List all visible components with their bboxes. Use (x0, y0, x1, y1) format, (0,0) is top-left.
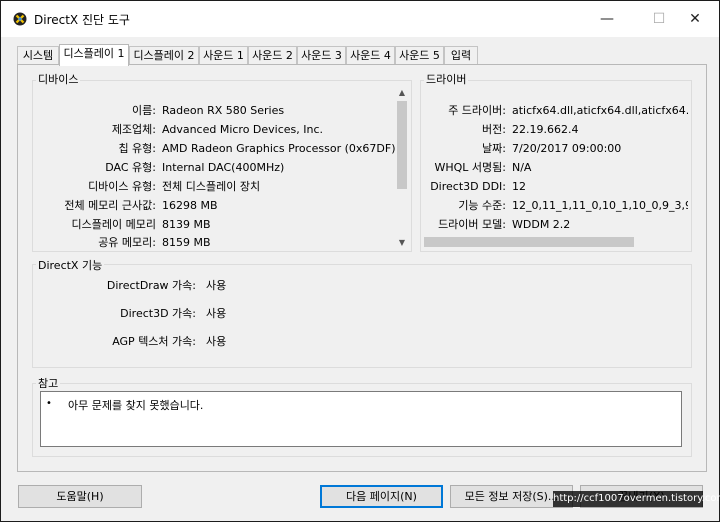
device-row: 디스플레이 메모리 8139 MB (32, 216, 402, 234)
device-label: 디바이스 유형: (88, 180, 156, 193)
scroll-down-icon[interactable]: ▼ (396, 237, 408, 249)
driver-row: Direct3D DDI: 12 (422, 178, 688, 196)
device-row: 이름: Radeon RX 580 Series (32, 102, 402, 120)
driver-label: 날짜: (482, 142, 506, 155)
device-row: 전체 메모리 근사값: 16298 MB (32, 197, 402, 215)
driver-value: 12_0,11_1,11_0,10_1,10_0,9_3,9_2,9_1 (512, 199, 688, 212)
driver-row: 버전: 22.19.662.4 (422, 121, 688, 139)
tab-sound-1[interactable]: 사운드 1 (199, 46, 248, 65)
notes-title: 참고 (36, 375, 61, 391)
next-page-button[interactable]: 다음 페이지(N) (320, 485, 443, 508)
device-label: 전체 메모리 근사값: (64, 199, 156, 212)
driver-row: 드라이버 모델: WDDM 2.2 (422, 216, 688, 234)
tab-sound-3[interactable]: 사운드 3 (297, 46, 346, 65)
driver-label: 버전: (482, 123, 506, 136)
directx-icon (13, 12, 27, 26)
driver-group-title: 드라이버 (424, 71, 469, 87)
tab-system[interactable]: 시스템 (17, 46, 59, 65)
tab-sound-2[interactable]: 사운드 2 (248, 46, 297, 65)
tab-sound-4[interactable]: 사운드 4 (346, 46, 395, 65)
feature-value: 사용 (206, 307, 227, 320)
directx-features-title: DirectX 기능 (36, 257, 105, 273)
device-value: 8139 MB (162, 218, 211, 231)
driver-value: WDDM 2.2 (512, 218, 571, 231)
driver-hscrollbar[interactable] (422, 236, 688, 248)
device-group-title: 디바이스 (36, 71, 81, 87)
device-scrollbar[interactable]: ▲ ▼ (396, 87, 408, 249)
title-bar: DirectX 진단 도구 — ☐ ✕ (1, 1, 719, 37)
minimize-button[interactable]: — (585, 1, 629, 37)
close-button[interactable]: ✕ (673, 1, 717, 37)
note-item: 아무 문제를 찾지 못했습니다. (68, 399, 204, 412)
notes-textbox[interactable]: • 아무 문제를 찾지 못했습니다. (40, 391, 682, 447)
device-label: 칩 유형: (118, 142, 156, 155)
driver-label: 드라이버 모델: (438, 218, 506, 231)
driver-value: 7/20/2017 09:00:00 (512, 142, 622, 155)
scroll-thumb[interactable] (397, 101, 407, 189)
device-row: 디바이스 유형: 전체 디스플레이 장치 (32, 178, 402, 196)
feature-label: DirectDraw 가속: (106, 279, 196, 292)
driver-value: 22.19.662.4 (512, 123, 579, 136)
driver-label: WHQL 서명됨: (434, 161, 507, 174)
device-label: 디스플레이 메모리 (71, 218, 156, 231)
feature-row: Direct3D 가속: 사용 (32, 305, 332, 323)
feature-value: 사용 (206, 335, 227, 348)
device-label: 제조업체: (111, 123, 156, 136)
driver-value: 12 (512, 180, 526, 193)
driver-value: N/A (512, 161, 532, 174)
device-row: 칩 유형: AMD Radeon Graphics Processor (0x6… (32, 140, 402, 158)
device-value: Radeon RX 580 Series (162, 104, 285, 117)
watermark-text: http://ccf1007overmen.tistory.com (553, 491, 720, 507)
tab-display-1[interactable]: 디스플레이 1 (59, 44, 129, 66)
driver-label: 기능 수준: (458, 199, 506, 212)
feature-row: AGP 텍스처 가속: 사용 (32, 333, 332, 351)
driver-row: 기능 수준: 12_0,11_1,11_0,10_1,10_0,9_3,9_2,… (422, 197, 688, 215)
driver-value: aticfx64.dll,aticfx64.dll,aticfx64.dll,a… (512, 104, 688, 117)
feature-value: 사용 (206, 279, 227, 292)
feature-row: DirectDraw 가속: 사용 (32, 277, 332, 295)
device-value: AMD Radeon Graphics Processor (0x67DF) (162, 142, 396, 155)
feature-label: Direct3D 가속: (120, 307, 196, 320)
device-row: 제조업체: Advanced Micro Devices, Inc. (32, 121, 402, 139)
tab-display-2[interactable]: 디스플레이 2 (129, 46, 199, 65)
hscroll-thumb[interactable] (424, 237, 634, 247)
tab-input[interactable]: 입력 (444, 46, 478, 65)
bullet-icon: • (46, 398, 52, 409)
device-label: 공유 메모리: (98, 236, 156, 249)
tab-sound-5[interactable]: 사운드 5 (395, 46, 444, 65)
driver-row: 주 드라이버: aticfx64.dll,aticfx64.dll,aticfx… (422, 102, 688, 120)
device-row: 공유 메모리: 8159 MB (32, 234, 402, 252)
device-label: 이름: (132, 104, 156, 117)
device-value: 16298 MB (162, 199, 218, 212)
driver-row: 날짜: 7/20/2017 09:00:00 (422, 140, 688, 158)
feature-label: AGP 텍스처 가속: (112, 335, 196, 348)
display-tab-panel: 디바이스 이름: Radeon RX 580 Series 제조업체: Adva… (17, 64, 707, 472)
device-value: 전체 디스플레이 장치 (162, 180, 261, 193)
window-title: DirectX 진단 도구 (34, 13, 130, 27)
driver-scroll-area: 주 드라이버: aticfx64.dll,aticfx64.dll,aticfx… (422, 95, 688, 241)
driver-row: WHQL 서명됨: N/A (422, 159, 688, 177)
device-value: Internal DAC(400MHz) (162, 161, 285, 174)
device-label: DAC 유형: (105, 161, 156, 174)
scroll-up-icon[interactable]: ▲ (396, 87, 408, 99)
driver-label: 주 드라이버: (448, 104, 506, 117)
driver-label: Direct3D DDI: (430, 180, 506, 193)
device-value: Advanced Micro Devices, Inc. (162, 123, 324, 136)
help-button[interactable]: 도움말(H) (18, 485, 142, 508)
directx-diagnostic-window: DirectX 진단 도구 — ☐ ✕ 시스템 디스플레이 1 디스플레이 2 … (0, 0, 720, 522)
device-value: 8159 MB (162, 236, 211, 249)
device-row: DAC 유형: Internal DAC(400MHz) (32, 159, 402, 177)
